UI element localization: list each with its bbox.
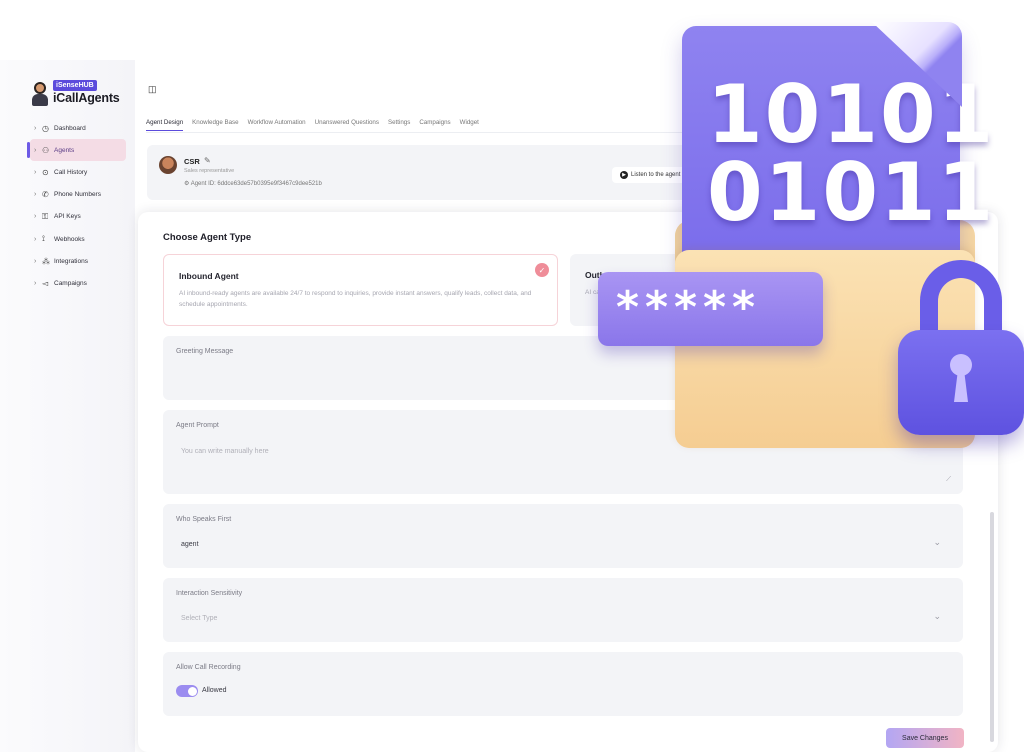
sidebar-item-dashboard[interactable]: › ◷ Dashboard: [30, 117, 126, 139]
sensitivity-select[interactable]: Interaction Sensitivity Select Type ⌄: [163, 578, 963, 642]
mascot-icon: [30, 80, 50, 106]
sidebar-item-label: Call History: [54, 168, 88, 176]
resize-handle-icon[interactable]: ⟋: [946, 476, 951, 484]
scrollbar[interactable]: [990, 512, 994, 742]
speaks-first-select[interactable]: Who Speaks First agent ⌄: [163, 504, 963, 568]
speaks-first-value: agent: [181, 541, 199, 548]
webhook-icon: ⟟: [42, 234, 45, 244]
brand-logo[interactable]: iSenseHUB iCallAgents: [30, 80, 120, 110]
chevron-right-icon: ›: [34, 191, 37, 199]
agents-icon: ⚇: [42, 145, 50, 155]
recording-toggle[interactable]: [176, 685, 198, 697]
binary-document-icon: 10101 01011: [682, 22, 993, 266]
key-icon: ⚿: [42, 211, 49, 221]
agent-role: Sales representative: [184, 168, 235, 174]
tab-knowledge-base[interactable]: Knowledge Base: [192, 119, 238, 131]
side-nav: › ◷ Dashboard › ⚇ Agents › ⊙ Call History › ✆ Phone…: [27, 117, 126, 295]
speaks-first-label: Who Speaks First: [176, 516, 232, 523]
sidebar-item-call-history[interactable]: › ⊙ Call History: [30, 161, 126, 183]
dashboard-icon: ◷: [42, 123, 49, 133]
sidebar-item-api-keys[interactable]: › ⚿ API Keys: [30, 206, 126, 228]
binary-line-2: 01011: [707, 146, 996, 239]
agent-id: ⚙ Agent ID: 6ddce63de57b0395e9f3467c9dee…: [184, 181, 322, 187]
password-mask: *****: [616, 282, 762, 333]
sidebar-item-label: Webhooks: [54, 235, 85, 243]
integrations-icon: ⁂: [42, 256, 50, 266]
sidebar-item-label: Agents: [54, 146, 75, 154]
chevron-down-icon: ⌄: [933, 537, 941, 547]
brand-name: iCallAgents: [53, 91, 120, 105]
chevron-right-icon: ›: [34, 124, 37, 132]
brand-badge: iSenseHUB: [53, 80, 97, 91]
chevron-right-icon: ›: [34, 279, 37, 287]
inbound-desc: AI inbound-ready agents are available 24…: [179, 290, 532, 308]
inbound-title: Inbound Agent: [179, 271, 239, 281]
sidebar-item-label: Phone Numbers: [54, 191, 101, 199]
agent-name: CSR: [184, 157, 200, 166]
padlock-icon: [898, 260, 1024, 435]
save-changes-button[interactable]: Save Changes: [886, 728, 964, 748]
sidebar-item-phone-numbers[interactable]: › ✆ Phone Numbers: [30, 184, 126, 206]
security-illustration: 10101 01011 *****: [590, 20, 1024, 450]
tab-campaigns[interactable]: Campaigns: [419, 119, 450, 131]
tab-workflow-automation[interactable]: Workflow Automation: [248, 119, 306, 131]
password-field-icon: *****: [598, 272, 823, 346]
sidebar-item-label: Campaigns: [54, 279, 87, 287]
tab-bar: Agent Design Knowledge Base Workflow Autom…: [146, 119, 479, 131]
sidebar: iSenseHUB iCallAgents › ◷ Dashboard › ⚇ Agent…: [0, 60, 135, 752]
prompt-label: Agent Prompt: [176, 422, 219, 429]
form-title: Choose Agent Type: [163, 232, 252, 243]
chevron-down-icon: ⌄: [933, 611, 941, 621]
sensitivity-label: Interaction Sensitivity: [176, 590, 243, 597]
sidebar-item-label: API Keys: [54, 213, 81, 221]
campaign-icon: ◅: [42, 278, 49, 288]
sidebar-item-agents[interactable]: › ⚇ Agents: [27, 139, 126, 162]
call-recording-field: Allow Call Recording Allowed: [163, 652, 963, 716]
recording-label: Allow Call Recording: [176, 664, 241, 671]
greeting-label: Greeting Message: [176, 348, 234, 355]
check-icon: ✓: [535, 263, 549, 277]
edit-icon[interactable]: ✎: [204, 156, 211, 165]
chevron-right-icon: ›: [34, 146, 37, 154]
panel-toggle-icon[interactable]: ◫: [148, 84, 157, 95]
chevron-right-icon: ›: [34, 235, 37, 243]
chevron-right-icon: ›: [34, 257, 37, 265]
phone-icon: ✆: [42, 190, 49, 200]
sensitivity-placeholder: Select Type: [181, 615, 218, 622]
sidebar-item-webhooks[interactable]: › ⟟ Webhooks: [30, 228, 126, 250]
sidebar-item-integrations[interactable]: › ⁂ Integrations: [30, 250, 126, 272]
tab-unanswered-questions[interactable]: Unanswered Questions: [315, 119, 379, 131]
clock-icon: ⊙: [42, 167, 49, 177]
sidebar-item-label: Integrations: [54, 257, 88, 265]
prompt-placeholder: You can write manually here: [181, 448, 269, 455]
inbound-agent-option[interactable]: Inbound Agent AI inbound-ready agents ar…: [163, 254, 558, 326]
agent-id-text: Agent ID: 6ddce63de57b0395e9f3467c9dee52…: [190, 181, 322, 187]
recording-status: Allowed: [202, 687, 227, 694]
tab-settings[interactable]: Settings: [388, 119, 410, 131]
agent-avatar: [159, 156, 177, 174]
sidebar-item-campaigns[interactable]: › ◅ Campaigns: [30, 272, 126, 294]
chevron-right-icon: ›: [34, 213, 37, 221]
chevron-right-icon: ›: [34, 168, 37, 176]
tab-widget[interactable]: Widget: [460, 119, 479, 131]
sidebar-item-label: Dashboard: [54, 124, 86, 132]
tab-agent-design[interactable]: Agent Design: [146, 119, 184, 131]
